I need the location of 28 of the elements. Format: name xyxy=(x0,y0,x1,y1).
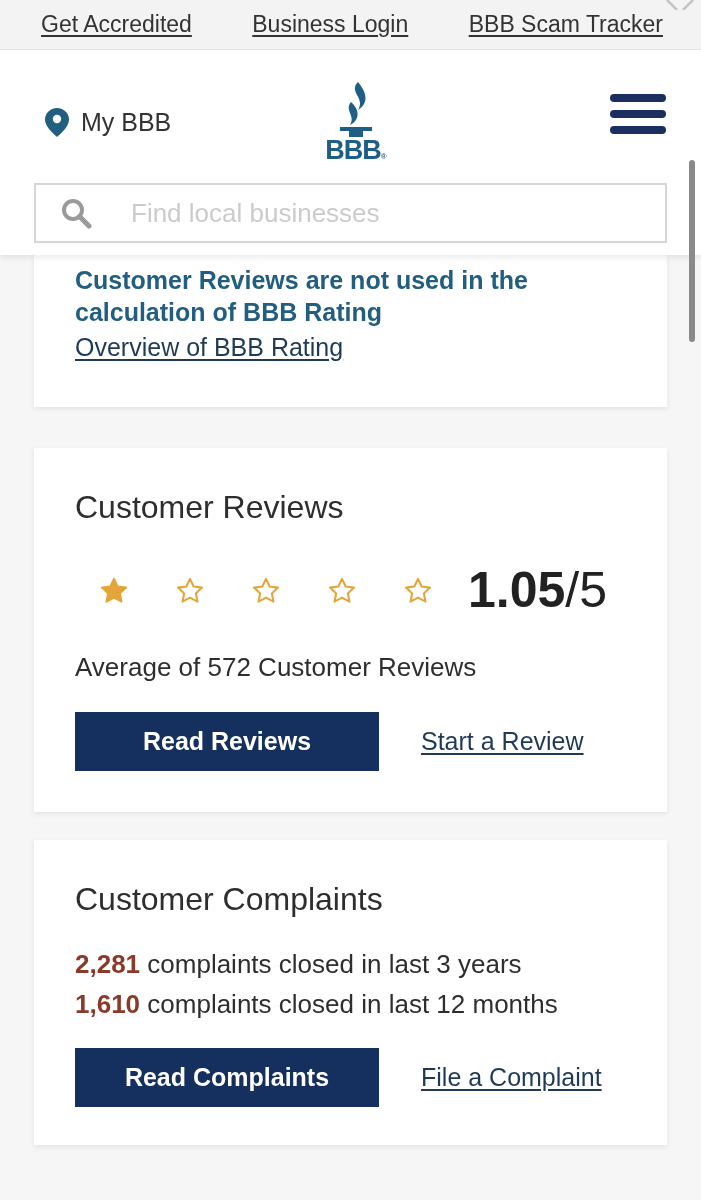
torch-logo-icon xyxy=(337,81,374,137)
top-nav-link[interactable]: Business Login xyxy=(252,7,409,42)
complaints-count-text: 2,281 complaints closed in last 3 years xyxy=(75,948,523,981)
file-complaint-link[interactable]: File a Complaint xyxy=(421,1058,602,1097)
star-icon xyxy=(328,576,356,604)
rating-score: 1.05/5 xyxy=(468,565,608,615)
rating-overview-link[interactable]: Overview of BBB Rating xyxy=(75,331,344,363)
reviews-summary: Average of 572 Customer Reviews xyxy=(75,652,478,682)
location-pin-icon xyxy=(45,108,69,137)
star-icon xyxy=(252,576,280,604)
star-icon xyxy=(100,576,128,604)
read-reviews-button[interactable]: Read Reviews xyxy=(75,712,379,771)
top-nav-link[interactable]: Get Accredited xyxy=(41,7,192,42)
top-nav-link[interactable]: BBB Scam Tracker xyxy=(468,7,663,42)
reviews-title: Customer Reviews xyxy=(75,489,345,525)
search-icon xyxy=(60,197,92,229)
star-icon xyxy=(404,576,432,604)
complaints-title: Customer Complaints xyxy=(75,881,384,917)
menu-icon[interactable] xyxy=(610,93,666,134)
logo-text: BBB® xyxy=(325,136,386,164)
star-icon xyxy=(176,576,204,604)
scrollbar-thumb[interactable] xyxy=(689,160,695,342)
close-icon[interactable] xyxy=(665,0,695,10)
start-review-link[interactable]: Start a Review xyxy=(421,722,584,761)
read-complaints-button[interactable]: Read Complaints xyxy=(75,1048,379,1107)
my-bbb-link[interactable]: My BBB xyxy=(81,103,172,142)
complaints-count-text: 1,610 complaints closed in last 12 months xyxy=(75,988,559,1021)
rating-notice-text: Customer Reviews are not used in the calculation of BBB Rating xyxy=(75,265,529,328)
